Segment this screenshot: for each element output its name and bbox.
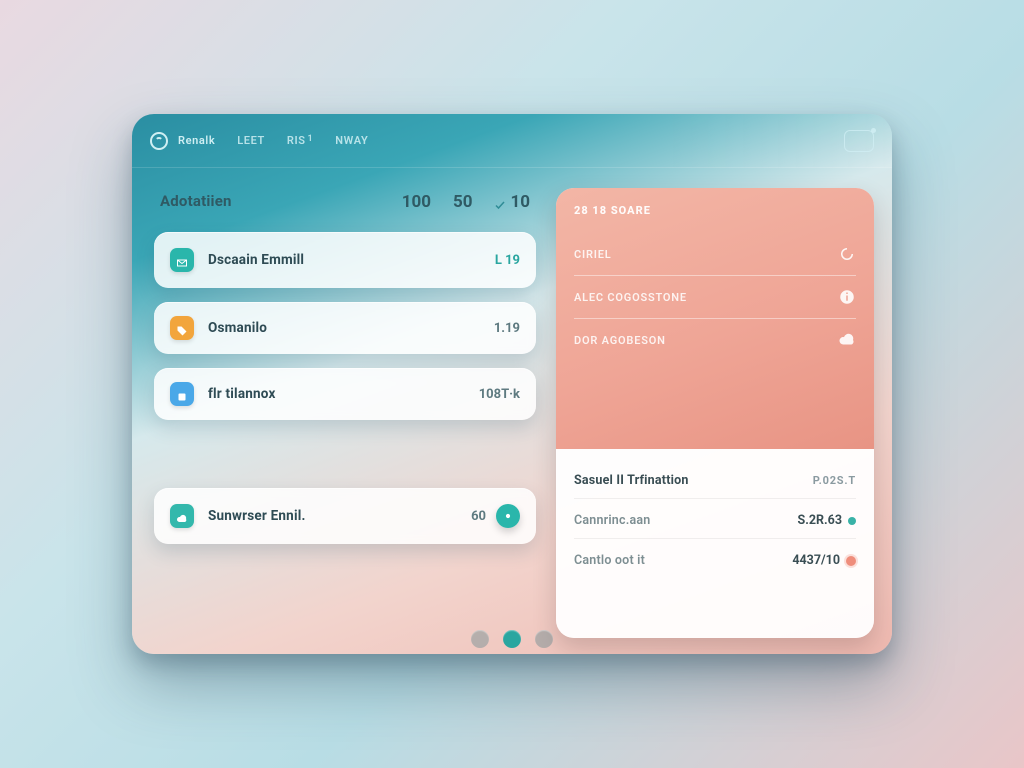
summary-row[interactable]: Cannrinc.aan S.2R.63 xyxy=(574,503,856,539)
dock-dot[interactable] xyxy=(471,630,489,648)
list-item[interactable]: Osmanilo 1.19 xyxy=(154,302,536,354)
side-card-bottom: Sasuel II Trfinattion P.02S.T Cannrinc.a… xyxy=(556,449,874,638)
summary-label: Sasuel II Trfinattion xyxy=(574,473,689,488)
side-row-label: DOR AGOBESON xyxy=(574,334,666,347)
list-item[interactable]: Sunwrser Ennil. 60 xyxy=(154,488,536,544)
top-bar: Renalk LEET RIS1 NWAY xyxy=(132,114,892,168)
metric-2: 50 xyxy=(453,192,473,214)
left-header: Adotatiien 100 50 10 xyxy=(154,188,536,228)
window-control-icon[interactable] xyxy=(844,130,874,152)
mail-icon xyxy=(170,248,194,272)
body: Adotatiien 100 50 10 xyxy=(132,168,892,654)
box-icon xyxy=(170,382,194,406)
tab-nway[interactable]: NWAY xyxy=(335,134,368,147)
section-title: Adotatiien xyxy=(160,192,232,210)
tab-ris[interactable]: RIS1 xyxy=(287,134,313,147)
list-item-value: 1.19 xyxy=(494,321,520,336)
brand[interactable]: Renalk xyxy=(150,132,215,150)
loop-icon xyxy=(838,245,856,263)
list-item-label: flr tilannox xyxy=(208,386,276,402)
summary-label: Cannrinc.aan xyxy=(574,513,650,528)
info-icon xyxy=(838,288,856,306)
item-list: Dscaain Emmill L 19 Osmanilo 1.19 flr ti… xyxy=(154,232,536,544)
list-item-value: 60 xyxy=(471,509,486,524)
metric-3-value: 10 xyxy=(510,192,530,212)
tag-icon xyxy=(170,316,194,340)
dock-dot[interactable] xyxy=(535,630,553,648)
side-row[interactable]: CIRIEL xyxy=(574,233,856,276)
metric-1-value: 100 xyxy=(402,192,431,212)
list-item[interactable]: flr tilannox 108T·k xyxy=(154,368,536,420)
tab-ris-label: RIS xyxy=(287,134,306,147)
tab-leet[interactable]: LEET xyxy=(237,134,265,147)
list-item-value: L 19 xyxy=(495,253,520,268)
app-window: Renalk LEET RIS1 NWAY Adotatiien 100 xyxy=(132,114,892,654)
metric-2-value: 50 xyxy=(453,192,473,212)
summary-value: P.02S.T xyxy=(813,474,856,487)
metric-3: 10 xyxy=(494,192,530,214)
metrics: 100 50 10 xyxy=(402,192,530,214)
side-card-top: 28 18 SOARE CIRIEL ALEC COGOSSTONE DOR A… xyxy=(556,188,874,449)
metric-1: 100 xyxy=(402,192,431,214)
brand-icon xyxy=(150,132,168,150)
list-item-label: Dscaain Emmill xyxy=(208,252,304,268)
status-dot-icon xyxy=(846,556,856,566)
side-row-label: CIRIEL xyxy=(574,248,611,261)
side-row-label: ALEC COGOSSTONE xyxy=(574,291,687,304)
check-icon xyxy=(494,196,506,208)
brand-label: Renalk xyxy=(178,134,215,147)
nav-tabs: LEET RIS1 NWAY xyxy=(237,134,368,147)
summary-row[interactable]: Cantlo oot it 4437/10 xyxy=(574,543,856,578)
list-item[interactable]: Dscaain Emmill L 19 xyxy=(154,232,536,288)
list-item-value: 108T·k xyxy=(479,387,520,402)
list-item-label: Sunwrser Ennil. xyxy=(208,508,306,524)
status-dot-icon xyxy=(848,517,856,525)
summary-label: Cantlo oot it xyxy=(574,553,645,568)
dock xyxy=(471,630,553,648)
side-card-header: 28 18 SOARE xyxy=(574,204,856,217)
side-row[interactable]: DOR AGOBESON xyxy=(574,319,856,361)
side-card: 28 18 SOARE CIRIEL ALEC COGOSSTONE DOR A… xyxy=(556,188,874,638)
left-pane: Adotatiien 100 50 10 xyxy=(132,182,550,644)
list-item-label: Osmanilo xyxy=(208,320,267,336)
cloud-icon xyxy=(838,331,856,349)
dock-dot[interactable] xyxy=(503,630,521,648)
summary-value: S.2R.63 xyxy=(798,513,842,528)
side-row[interactable]: ALEC COGOSSTONE xyxy=(574,276,856,319)
status-badge-icon[interactable] xyxy=(496,504,520,528)
summary-row[interactable]: Sasuel II Trfinattion P.02S.T xyxy=(574,463,856,499)
tab-ris-badge: 1 xyxy=(308,134,314,144)
right-pane: 28 18 SOARE CIRIEL ALEC COGOSSTONE DOR A… xyxy=(550,182,892,644)
summary-value: 4437/10 xyxy=(792,553,840,568)
cloud-icon xyxy=(170,504,194,528)
